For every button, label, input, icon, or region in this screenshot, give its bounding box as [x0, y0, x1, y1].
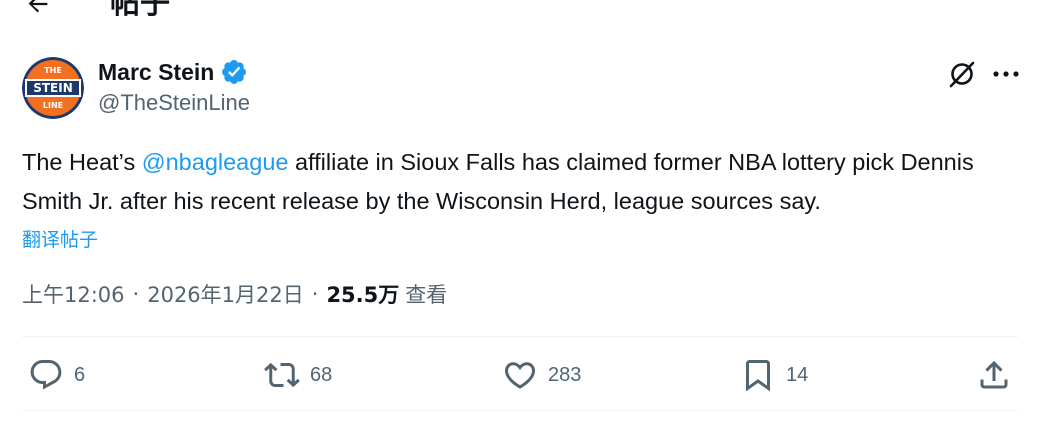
back-arrow-icon	[28, 0, 48, 13]
views-count[interactable]: 25.5万	[326, 279, 399, 309]
tweet-meta: 上午12:06 · 2026年1月22日 · 25.5万 查看	[22, 279, 447, 309]
avatar[interactable]: THE STEIN LINE	[22, 57, 84, 119]
bookmark-icon	[746, 360, 770, 392]
like-count: 283	[548, 363, 582, 386]
svg-text:THE: THE	[44, 66, 62, 75]
mention-link[interactable]: @nbagleague	[142, 149, 289, 175]
like-icon	[504, 362, 536, 389]
bookmark-button[interactable]: 14	[740, 350, 808, 400]
share-icon	[980, 360, 1008, 389]
divider	[22, 336, 1018, 337]
svg-text:STEIN: STEIN	[33, 81, 73, 95]
repost-icon	[264, 362, 300, 388]
reply-icon	[30, 360, 62, 390]
views-label: 查看	[405, 283, 448, 307]
repost-count: 68	[310, 363, 333, 386]
page-title: 帖子	[110, 0, 170, 21]
reply-button[interactable]: 6	[28, 350, 85, 400]
meta-separator: ·	[132, 282, 140, 306]
back-button[interactable]	[20, 0, 56, 22]
author-handle[interactable]: @TheSteinLine	[98, 90, 250, 116]
reply-count: 6	[74, 363, 86, 386]
stein-line-logo: THE STEIN LINE	[22, 57, 84, 119]
more-icon	[993, 71, 1019, 77]
tweet-date[interactable]: 2026年1月22日	[147, 279, 304, 309]
like-button[interactable]: 283	[502, 350, 581, 400]
more-button[interactable]	[990, 60, 1022, 88]
tweet-text-before: The Heat’s	[22, 149, 142, 175]
meta-separator: ·	[311, 282, 319, 306]
action-bar: 6 68 283 14	[22, 350, 1018, 400]
tweet-text: The Heat’s @nbagleague affiliate in Siou…	[22, 143, 1022, 221]
author-name[interactable]: Marc Stein	[98, 59, 214, 86]
tweet-time[interactable]: 上午12:06	[22, 279, 125, 309]
translate-post-link[interactable]: 翻译帖子	[22, 225, 98, 252]
header: 帖子	[0, 0, 1038, 26]
verified-icon[interactable]	[220, 58, 248, 86]
share-button[interactable]	[976, 350, 1012, 400]
svg-text:LINE: LINE	[43, 101, 63, 110]
bookmark-count: 14	[786, 363, 809, 386]
grok-icon	[949, 61, 975, 88]
repost-button[interactable]: 68	[264, 350, 332, 400]
grok-button[interactable]	[946, 58, 978, 90]
divider	[22, 410, 1018, 411]
author-info: Marc Stein @TheSteinLine	[98, 58, 250, 116]
